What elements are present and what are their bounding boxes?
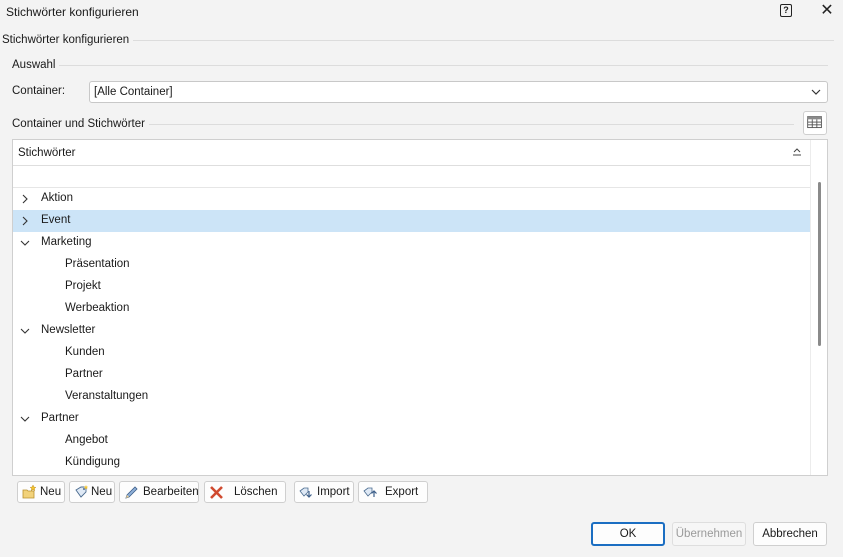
- apply-button[interactable]: Übernehmen: [672, 522, 746, 546]
- tree-row[interactable]: Newsletter: [13, 320, 810, 342]
- export-button[interactable]: Export: [358, 481, 428, 503]
- group-main-label: Stichwörter konfigurieren: [2, 34, 134, 46]
- tree-row[interactable]: Angebot: [13, 430, 810, 452]
- tree-row-label: Marketing: [41, 236, 92, 248]
- pencil-icon: [125, 486, 138, 499]
- new-keyword-button[interactable]: Neu: [69, 481, 115, 503]
- group-selection-label: Auswahl: [12, 59, 60, 71]
- new-tag-icon: [75, 485, 89, 498]
- column-header-label: Stichwörter: [18, 147, 76, 159]
- tree-row[interactable]: Präsentation: [13, 254, 810, 276]
- column-header[interactable]: Stichwörter: [13, 140, 810, 166]
- tree-row-label: Newsletter: [41, 324, 96, 336]
- chevron-down-icon[interactable]: [19, 413, 31, 425]
- tree-row-label: Präsentation: [65, 258, 130, 270]
- tree-row-label: Werbeaktion: [65, 302, 130, 314]
- tree-row[interactable]: Partner: [13, 408, 810, 430]
- tree-row[interactable]: Aktion: [13, 188, 810, 210]
- ok-button[interactable]: OK: [591, 522, 665, 546]
- vertical-scrollbar[interactable]: [810, 140, 827, 475]
- filter-row[interactable]: [13, 166, 810, 188]
- new-keyword-label: Neu: [91, 486, 113, 498]
- edit-button[interactable]: Bearbeiten: [119, 481, 199, 503]
- table-icon: [807, 116, 822, 129]
- container-label: Container:: [12, 85, 66, 97]
- container-combobox[interactable]: [Alle Container]: [89, 81, 828, 103]
- tree-row[interactable]: Kunden: [13, 342, 810, 364]
- tree-row-label: Partner: [65, 368, 103, 380]
- import-icon: [299, 487, 312, 498]
- chevron-down-icon[interactable]: [19, 325, 31, 337]
- scrollbar-thumb[interactable]: [818, 182, 821, 346]
- column-chooser-button[interactable]: [803, 111, 827, 135]
- import-label: Import: [317, 486, 350, 498]
- delete-button[interactable]: Löschen: [204, 481, 286, 503]
- group-tree-label: Container und Stichwörter: [12, 118, 149, 130]
- tree-row[interactable]: Werbeaktion: [13, 298, 810, 320]
- group-selection-line: [12, 65, 828, 66]
- cancel-button[interactable]: Abbrechen: [753, 522, 827, 546]
- chevron-down-icon: [811, 89, 821, 95]
- delete-label: Löschen: [234, 486, 278, 498]
- tree-row-label: Projekt: [65, 280, 101, 292]
- delete-x-icon: [210, 486, 223, 499]
- export-label: Export: [385, 486, 419, 498]
- chevron-right-icon[interactable]: [19, 193, 31, 205]
- close-icon[interactable]: ✕: [818, 2, 836, 20]
- tree-row-label: Kunden: [65, 346, 105, 358]
- title-bar: Stichwörter konfigurieren ? ✕: [0, 0, 843, 24]
- tree-row-label: Event: [41, 214, 71, 226]
- import-button[interactable]: Import: [294, 481, 354, 503]
- edit-label: Bearbeiten: [143, 486, 199, 498]
- tree-row[interactable]: Event: [13, 210, 810, 232]
- tree-row-label: Angebot: [65, 434, 108, 446]
- tree-row-label: Partner: [41, 412, 79, 424]
- chevron-right-icon[interactable]: [19, 215, 31, 227]
- sort-icon[interactable]: [792, 147, 802, 157]
- window-title: Stichwörter konfigurieren: [6, 5, 139, 19]
- tree-row[interactable]: Veranstaltungen: [13, 386, 810, 408]
- tree-row[interactable]: Kündigung: [13, 452, 810, 474]
- new-container-button[interactable]: Neu: [17, 481, 65, 503]
- new-container-label: Neu: [40, 486, 62, 498]
- tree-row-label: Aktion: [41, 192, 73, 204]
- export-icon: [363, 487, 377, 497]
- container-value: [Alle Container]: [94, 86, 173, 98]
- tree-row-label: Kündigung: [65, 456, 120, 468]
- tree-row[interactable]: Marketing: [13, 232, 810, 254]
- tree-row[interactable]: Projekt: [13, 276, 810, 298]
- keyword-tree[interactable]: Stichwörter Aktion Event Marketing Präsenta…: [12, 139, 828, 476]
- chevron-down-icon[interactable]: [19, 237, 31, 249]
- tree-row-label: Veranstaltungen: [65, 390, 149, 402]
- new-folder-icon: [22, 484, 37, 499]
- help-icon[interactable]: ?: [780, 4, 792, 17]
- tree-row[interactable]: Partner: [13, 364, 810, 386]
